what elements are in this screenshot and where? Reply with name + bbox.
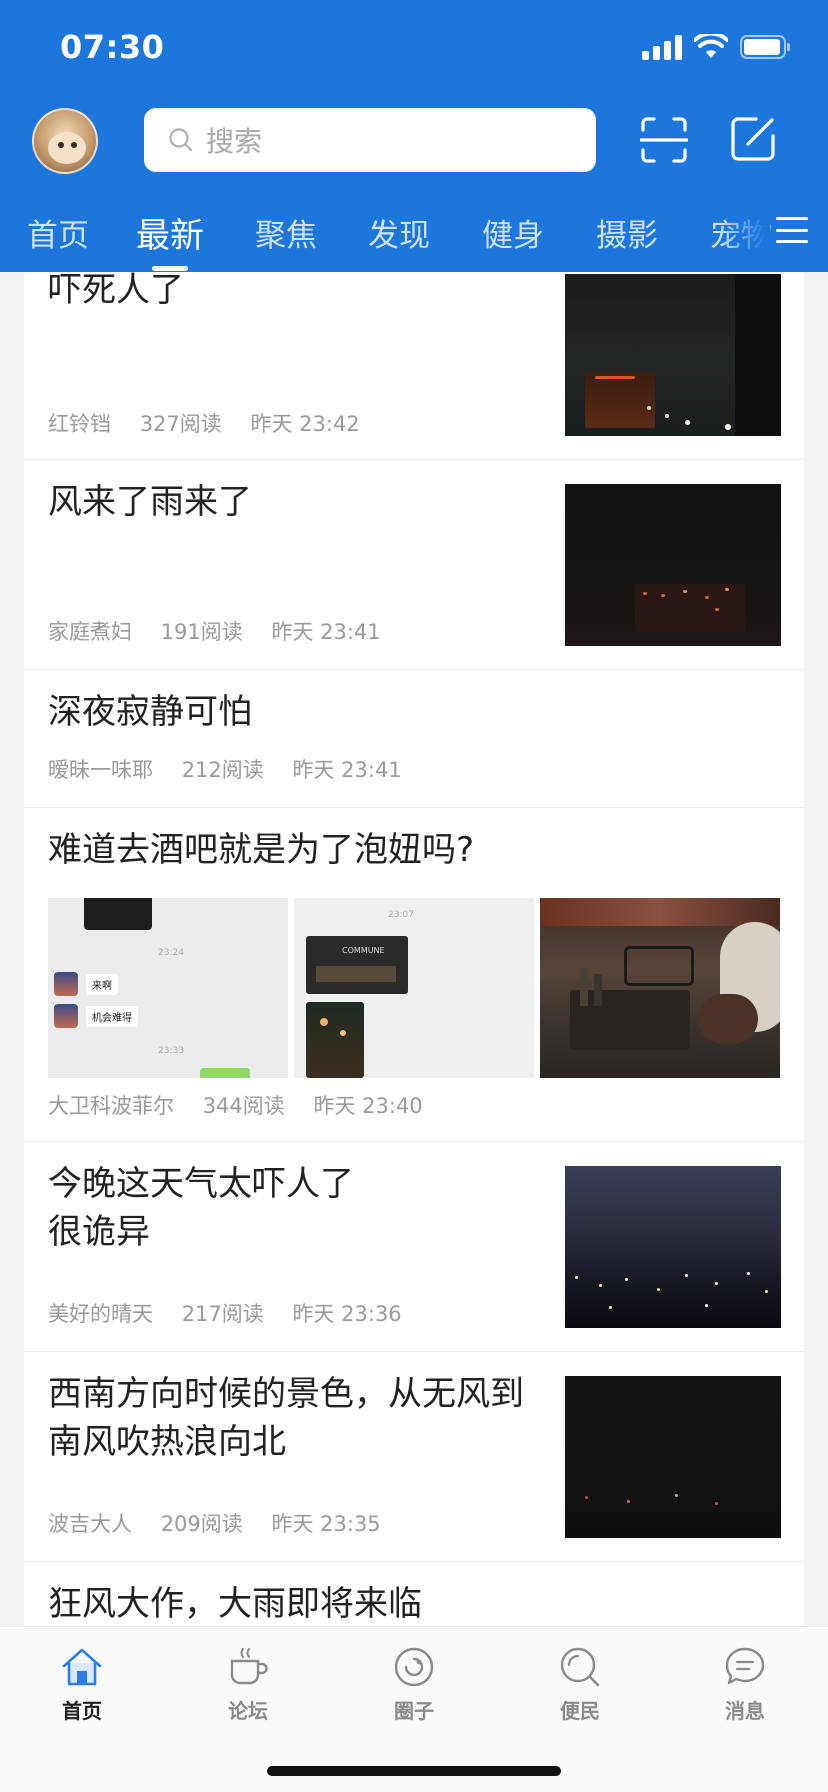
post-reads: 344阅读 <box>202 1094 285 1118</box>
post-title: 深夜寂静可怕 <box>48 692 252 732</box>
post-thumbnail[interactable] <box>565 484 781 646</box>
status-time: 07:30 <box>60 28 165 66</box>
tab-photography[interactable]: 摄影 <box>596 210 658 255</box>
post-image[interactable] <box>540 898 780 1078</box>
post-thumbnail[interactable] <box>565 274 781 436</box>
search-icon <box>169 128 193 152</box>
post-meta: 大卫科波菲尔 344阅读 昨天 23:40 <box>48 1090 445 1120</box>
post-author: 波吉大人 <box>48 1512 132 1536</box>
post-item[interactable]: 吓死人了 红铃铛 327阅读 昨天 23:42 <box>24 272 804 460</box>
home-indicator <box>267 1766 561 1776</box>
post-meta: 美好的晴天 217阅读 昨天 23:36 <box>48 1298 424 1328</box>
post-time: 昨天 23:41 <box>271 620 381 644</box>
post-author: 美好的晴天 <box>48 1302 153 1326</box>
wifi-icon <box>694 34 728 58</box>
status-icons <box>642 34 792 60</box>
nav-circle[interactable]: 圈子 <box>359 1645 469 1724</box>
post-reads: 212阅读 <box>181 758 264 782</box>
post-title: 狂风大作，大雨即将来临 <box>48 1584 422 1624</box>
tab-home[interactable]: 首页 <box>27 210 89 255</box>
circle-icon <box>394 1647 434 1687</box>
post-title: 西南方向时候的景色，从无风到 南风吹热浪向北 <box>48 1374 524 1462</box>
post-title: 难道去酒吧就是为了泡妞吗? <box>48 830 475 870</box>
post-time: 昨天 23:42 <box>250 412 360 436</box>
cellular-signal-icon <box>642 34 682 60</box>
user-avatar[interactable] <box>32 108 98 174</box>
post-time: 昨天 23:36 <box>292 1302 402 1326</box>
nav-messages[interactable]: 消息 <box>690 1645 800 1724</box>
post-item[interactable]: 难道去酒吧就是为了泡妞吗? 23:24 来啊 机会难得 23:33 23:07 … <box>24 808 804 1142</box>
post-time: 昨天 23:35 <box>271 1512 381 1536</box>
category-tabs: 首页 最新 聚焦 发现 健身 摄影 宠物 <box>0 200 828 272</box>
nav-home[interactable]: 首页 <box>27 1645 137 1724</box>
post-item[interactable]: 今晚这天气太吓人了 很诡异 美好的晴天 217阅读 昨天 23:36 <box>24 1142 804 1352</box>
post-time: 昨天 23:40 <box>313 1094 423 1118</box>
nav-forum[interactable]: 论坛 <box>193 1645 303 1724</box>
app-header: 07:30 搜索 首页 最新 聚焦 发现 健身 摄影 <box>0 0 828 272</box>
post-item[interactable]: 风来了雨来了 家庭煮妇 191阅读 昨天 23:41 <box>24 460 804 670</box>
chat-bubble-icon <box>725 1647 765 1685</box>
battery-icon <box>740 35 790 59</box>
post-item[interactable]: 深夜寂静可怕 暧昧一味耶 212阅读 昨天 23:41 <box>24 670 804 808</box>
post-meta: 波吉大人 209阅读 昨天 23:35 <box>48 1508 403 1538</box>
post-thumbnail[interactable] <box>565 1166 781 1328</box>
post-time: 昨天 23:41 <box>292 758 402 782</box>
post-image[interactable]: 23:24 来啊 机会难得 23:33 <box>48 898 288 1078</box>
nav-convenience[interactable]: 便民 <box>525 1645 635 1724</box>
post-title: 吓死人了 <box>48 272 184 310</box>
post-image[interactable]: 23:07 COMMUNE <box>294 898 534 1078</box>
edit-post-icon[interactable] <box>730 116 776 162</box>
post-item[interactable]: 狂风大作，大雨即将来临 <box>24 1562 804 1626</box>
coffee-cup-icon <box>230 1648 268 1685</box>
post-reads: 217阅读 <box>181 1302 264 1326</box>
menu-icon[interactable] <box>776 214 808 246</box>
home-icon <box>62 1648 102 1686</box>
tabs-fade-overlay <box>720 200 770 272</box>
post-meta: 暧昧一味耶 212阅读 昨天 23:41 <box>48 754 424 784</box>
post-reads: 191阅读 <box>160 620 243 644</box>
post-image-grid: 23:24 来啊 机会难得 23:33 23:07 COMMUNE <box>48 898 780 1078</box>
tab-fitness[interactable]: 健身 <box>482 210 544 255</box>
tab-latest[interactable]: 最新 <box>136 208 204 257</box>
search-icon <box>560 1647 600 1687</box>
tab-focus[interactable]: 聚焦 <box>255 210 317 255</box>
active-tab-indicator <box>152 266 188 271</box>
post-feed: 吓死人了 红铃铛 327阅读 昨天 23:42 风来了雨来了 家庭煮妇 191阅… <box>24 272 804 1626</box>
post-reads: 327阅读 <box>139 412 222 436</box>
post-author: 红铃铛 <box>48 412 111 436</box>
tab-discover[interactable]: 发现 <box>368 210 430 255</box>
search-placeholder: 搜索 <box>206 125 263 158</box>
post-meta: 家庭煮妇 191阅读 昨天 23:41 <box>48 616 403 646</box>
post-author: 暧昧一味耶 <box>48 758 153 782</box>
post-thumbnail[interactable] <box>565 1376 781 1538</box>
post-author: 家庭煮妇 <box>48 620 132 644</box>
post-author: 大卫科波菲尔 <box>48 1094 174 1118</box>
post-title: 风来了雨来了 <box>48 482 252 522</box>
post-title: 今晚这天气太吓人了 很诡异 <box>48 1164 354 1252</box>
post-reads: 209阅读 <box>160 1512 243 1536</box>
scan-icon[interactable] <box>640 116 688 164</box>
post-item[interactable]: 西南方向时候的景色，从无风到 南风吹热浪向北 波吉大人 209阅读 昨天 23:… <box>24 1352 804 1562</box>
post-meta: 红铃铛 327阅读 昨天 23:42 <box>48 408 382 438</box>
search-input[interactable]: 搜索 <box>144 108 596 172</box>
